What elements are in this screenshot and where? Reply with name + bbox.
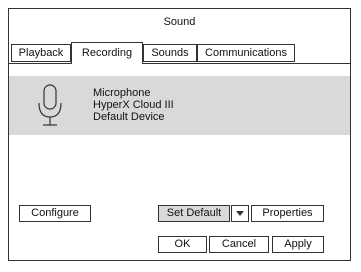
device-status: Default Device bbox=[93, 111, 165, 123]
tab-recording[interactable]: Recording bbox=[71, 42, 143, 64]
tab-sounds-label: Sounds bbox=[151, 47, 189, 59]
set-default-button[interactable]: Set Default bbox=[158, 205, 230, 222]
configure-button[interactable]: Configure bbox=[19, 205, 91, 222]
cancel-button[interactable]: Cancel bbox=[209, 236, 269, 253]
dialog-title: Sound bbox=[163, 16, 196, 28]
properties-button[interactable]: Properties bbox=[251, 205, 324, 222]
tab-playback[interactable]: Playback bbox=[11, 44, 71, 62]
tab-recording-label: Recording bbox=[81, 47, 133, 59]
set-default-dropdown[interactable] bbox=[231, 205, 249, 222]
tab-communications[interactable]: Communications bbox=[197, 44, 295, 62]
device-name: Microphone bbox=[93, 87, 151, 99]
device-list-item-microphone[interactable]: Microphone HyperX Cloud III Default Devi… bbox=[9, 76, 350, 135]
microphone-icon bbox=[38, 84, 62, 126]
apply-button[interactable]: Apply bbox=[272, 236, 324, 253]
recording-pane: Microphone HyperX Cloud III Default Devi… bbox=[9, 63, 350, 260]
device-info: Microphone HyperX Cloud III Default Devi… bbox=[93, 87, 174, 123]
device-model: HyperX Cloud III bbox=[93, 99, 174, 111]
sound-dialog: Sound Playback Recording Sounds Communic… bbox=[8, 8, 351, 261]
chevron-down-icon bbox=[236, 211, 244, 216]
tab-sounds[interactable]: Sounds bbox=[143, 44, 197, 62]
tab-communications-label: Communications bbox=[205, 47, 287, 59]
tab-playback-label: Playback bbox=[18, 47, 64, 59]
ok-button[interactable]: OK bbox=[158, 236, 207, 253]
